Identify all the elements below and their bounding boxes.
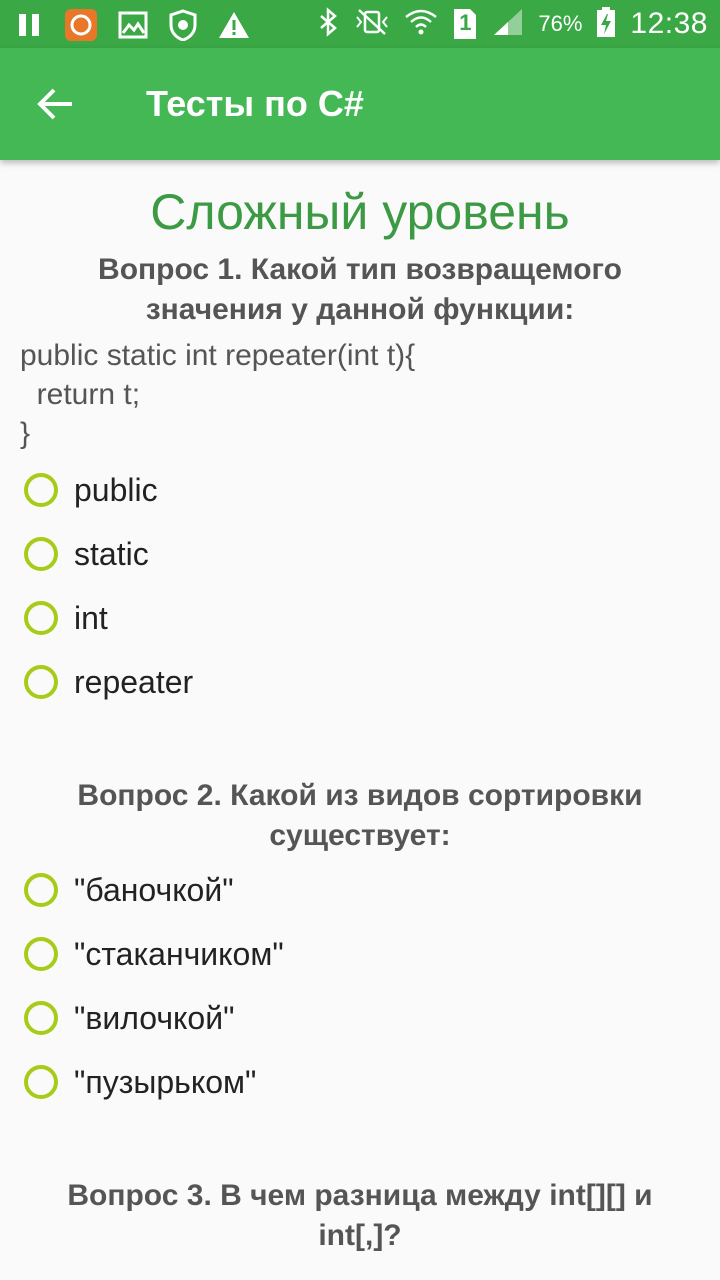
option-label: "вилочкой" xyxy=(74,999,235,1036)
status-bar: 1 76% 12:38 xyxy=(0,0,720,48)
option-label: "стаканчиком" xyxy=(74,935,284,972)
q1-option-repeater[interactable]: repeater xyxy=(22,660,193,704)
bluetooth-icon xyxy=(318,6,340,42)
option-label: static xyxy=(74,535,149,572)
level-title: Сложный уровень xyxy=(150,184,570,240)
option-label: int xyxy=(74,599,108,636)
image-icon xyxy=(118,10,148,45)
question-2-text: Вопрос 2. Какой из видов сортировки суще… xyxy=(77,779,643,852)
app-title: Тесты по C# xyxy=(146,83,364,124)
option-label: repeater xyxy=(74,663,194,700)
radio-button[interactable] xyxy=(24,873,58,907)
radio-button[interactable] xyxy=(24,1065,58,1099)
shield-icon xyxy=(168,9,198,46)
code-line: } xyxy=(20,417,31,450)
app-bar: Тесты по C# xyxy=(0,48,720,160)
code-line: public static int repeater(int t){ xyxy=(20,339,416,372)
q2-option-2[interactable]: "стаканчиком" xyxy=(22,932,284,976)
question-1-code: public static int repeater(int t){ retur… xyxy=(20,336,700,453)
battery-charging-icon xyxy=(596,6,616,43)
q1-option-public[interactable]: public xyxy=(22,468,158,512)
radio-button[interactable] xyxy=(24,937,58,971)
signal-icon xyxy=(492,7,524,42)
wifi-icon xyxy=(404,7,438,42)
app-notification-icon xyxy=(64,8,98,47)
code-line: return t; xyxy=(20,378,141,411)
radio-button[interactable] xyxy=(24,537,58,571)
question-3-text: Вопрос 3. В чем разница между int[][] и … xyxy=(67,1179,653,1252)
option-label: "баночкой" xyxy=(74,871,234,908)
radio-button[interactable] xyxy=(24,601,58,635)
q1-option-static[interactable]: static xyxy=(22,532,149,576)
option-label: "пузырьком" xyxy=(74,1063,257,1100)
q2-option-1[interactable]: "баночкой" xyxy=(22,868,234,912)
radio-button[interactable] xyxy=(24,665,58,699)
q2-option-4[interactable]: "пузырьком" xyxy=(22,1060,256,1104)
q1-option-int[interactable]: int xyxy=(22,596,108,640)
radio-button[interactable] xyxy=(24,473,58,507)
radio-button[interactable] xyxy=(24,1001,58,1035)
sim-icon: 1 xyxy=(452,7,478,41)
arrow-back-icon xyxy=(37,88,72,120)
q2-option-3[interactable]: "вилочкой" xyxy=(22,996,234,1040)
vibrate-icon xyxy=(354,7,390,42)
pause-icon xyxy=(16,10,44,45)
clock: 12:38 xyxy=(630,7,708,40)
warning-icon xyxy=(218,10,250,45)
battery-percent: 76% xyxy=(538,11,583,36)
option-label: public xyxy=(74,471,158,508)
question-1-text: Вопрос 1. Какой тип возвращемого значени… xyxy=(98,253,622,326)
back-button[interactable] xyxy=(32,80,80,128)
